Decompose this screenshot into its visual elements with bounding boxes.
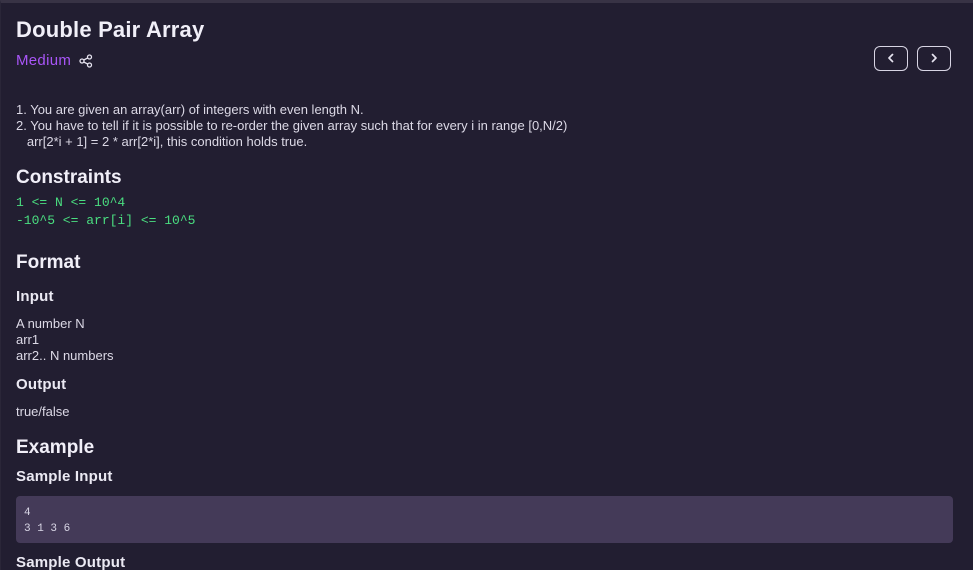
sample-input-box[interactable]: 4 3 1 3 6 [16,496,953,543]
sample-output-heading: Sample Output [16,554,126,570]
description-line: arr[2*i + 1] = 2 * arr[2*i], this condit… [16,134,308,149]
output-heading: Output [16,376,67,393]
sample-input-line: 3 1 3 6 [24,523,71,535]
sample-input-heading: Sample Input [16,468,113,485]
input-format-line: arr2.. N numbers [16,348,114,363]
constraint-line: 1 <= N <= 10^4 [16,195,126,210]
problem-description: 1. You are given an array(arr) of intege… [16,102,567,150]
share-icon[interactable] [79,53,93,68]
constraints-list: 1 <= N <= 10^4 -10^5 <= arr[i] <= 10^5 [16,194,195,230]
chevron-right-icon [929,50,939,68]
input-format-line: arr1 [16,332,40,347]
next-problem-button[interactable] [917,46,951,71]
constraints-heading: Constraints [16,167,122,188]
problem-title: Double Pair Array [16,17,205,42]
input-format: A number N arr1 arr2.. N numbers [16,316,114,364]
constraint-line: -10^5 <= arr[i] <= 10^5 [16,213,196,228]
output-format-line: true/false [16,404,70,419]
example-heading: Example [16,437,95,458]
input-format-line: A number N [16,316,85,331]
input-heading: Input [16,288,54,305]
description-line: 2. You have to tell if it is possible to… [16,118,568,133]
previous-problem-button[interactable] [874,46,908,71]
chevron-left-icon [886,50,896,68]
format-heading: Format [16,252,81,273]
problem-page: Double Pair Array Medium 1. You are give… [0,0,973,570]
sample-input-line: 4 [24,507,31,519]
difficulty-badge: Medium [16,52,72,69]
output-format: true/false [16,404,69,420]
description-line: 1. You are given an array(arr) of intege… [16,102,364,117]
problem-meta: Medium [16,52,93,69]
